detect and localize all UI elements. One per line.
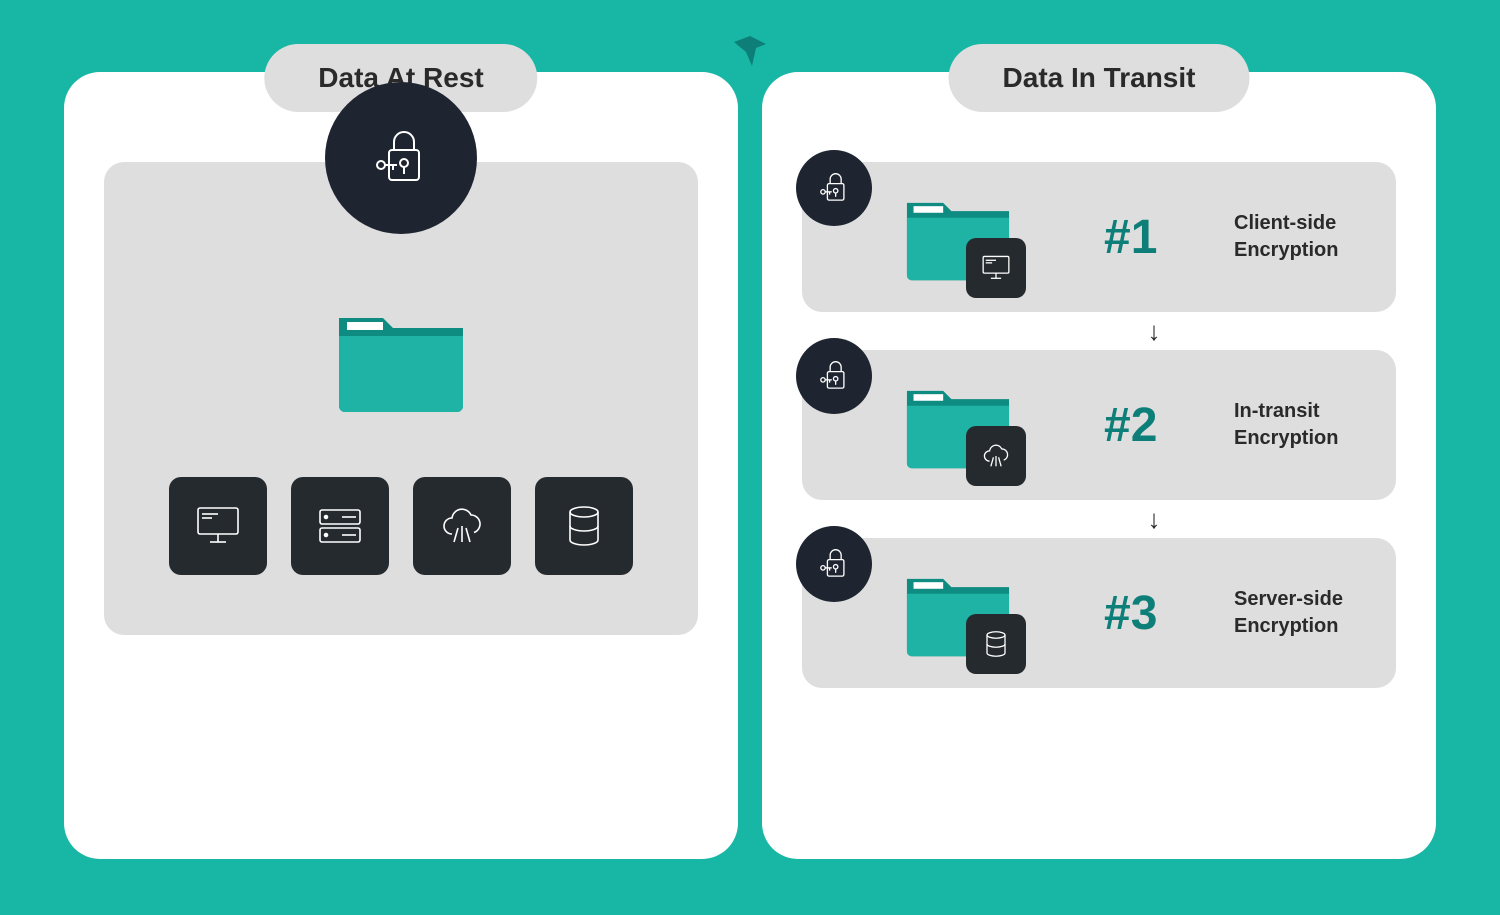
arrow-down-icon: ↓: [802, 506, 1396, 532]
step-number: #3: [1104, 586, 1194, 641]
step-label: Client-side Encryption: [1234, 210, 1338, 264]
data-at-rest-panel: Data At Rest: [64, 72, 738, 859]
diagram-columns: Data At Rest: [0, 0, 1500, 915]
transit-steps: #1 Client-side Encryption ↓: [802, 162, 1396, 688]
transit-step-2: #2 In-transit Encryption: [802, 350, 1396, 500]
lock-key-icon: [796, 526, 872, 602]
arrow-down-icon: ↓: [802, 318, 1396, 344]
storage-icon-row: [169, 477, 633, 575]
step-number: #1: [1104, 210, 1194, 265]
folder-icon: [902, 565, 1014, 662]
step-number: #2: [1104, 398, 1194, 453]
cloud-icon: [413, 477, 511, 575]
transit-step-3: #3 Server-side Encryption: [802, 538, 1396, 688]
folder-icon: [902, 377, 1014, 474]
lock-key-icon: [325, 82, 477, 234]
database-icon: [966, 614, 1026, 674]
folder-icon: [333, 302, 469, 417]
desktop-computer-icon: [966, 238, 1026, 298]
step-label: In-transit Encryption: [1234, 398, 1338, 452]
folder-icon: [902, 189, 1014, 286]
step-label: Server-side Encryption: [1234, 586, 1343, 640]
data-in-transit-panel: Data In Transit: [762, 72, 1436, 859]
database-icon: [535, 477, 633, 575]
transit-step-1: #1 Client-side Encryption: [802, 162, 1396, 312]
bird-logo: [728, 30, 772, 79]
lock-key-icon: [796, 338, 872, 414]
cloud-icon: [966, 426, 1026, 486]
server-rack-icon: [291, 477, 389, 575]
panel-title-transit: Data In Transit: [949, 44, 1250, 112]
lock-key-icon: [796, 150, 872, 226]
rest-body: [104, 162, 698, 635]
desktop-computer-icon: [169, 477, 267, 575]
